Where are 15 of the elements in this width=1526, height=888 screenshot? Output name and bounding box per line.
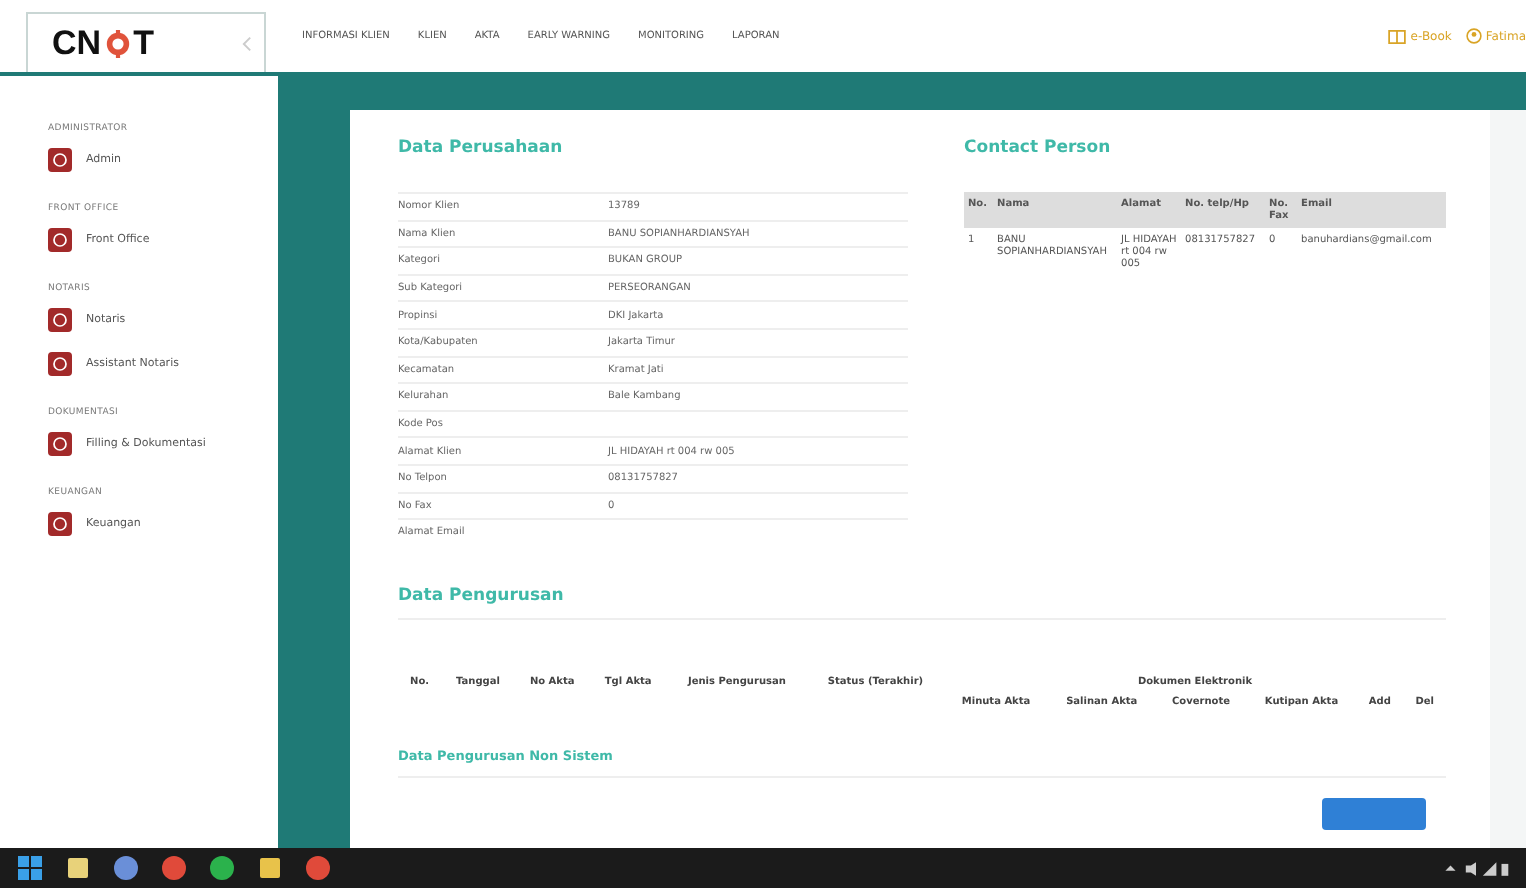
user-icon [1465,28,1482,44]
menu-icon [48,352,72,376]
section-title: Contact Person [964,138,1113,158]
start-icon[interactable] [16,854,44,882]
tray-icons [1442,859,1510,877]
button[interactable] [1322,797,1426,830]
section-title: Data Perusahaan [398,138,565,158]
menu-icon [48,148,72,172]
menu-icon [48,512,72,536]
menu-icon [48,432,72,456]
section-title: Data Pengurusan [398,585,566,606]
menu-icon [48,308,72,332]
menu-icon [48,228,72,252]
logo: CN T [52,23,154,63]
book-icon [1388,29,1407,43]
